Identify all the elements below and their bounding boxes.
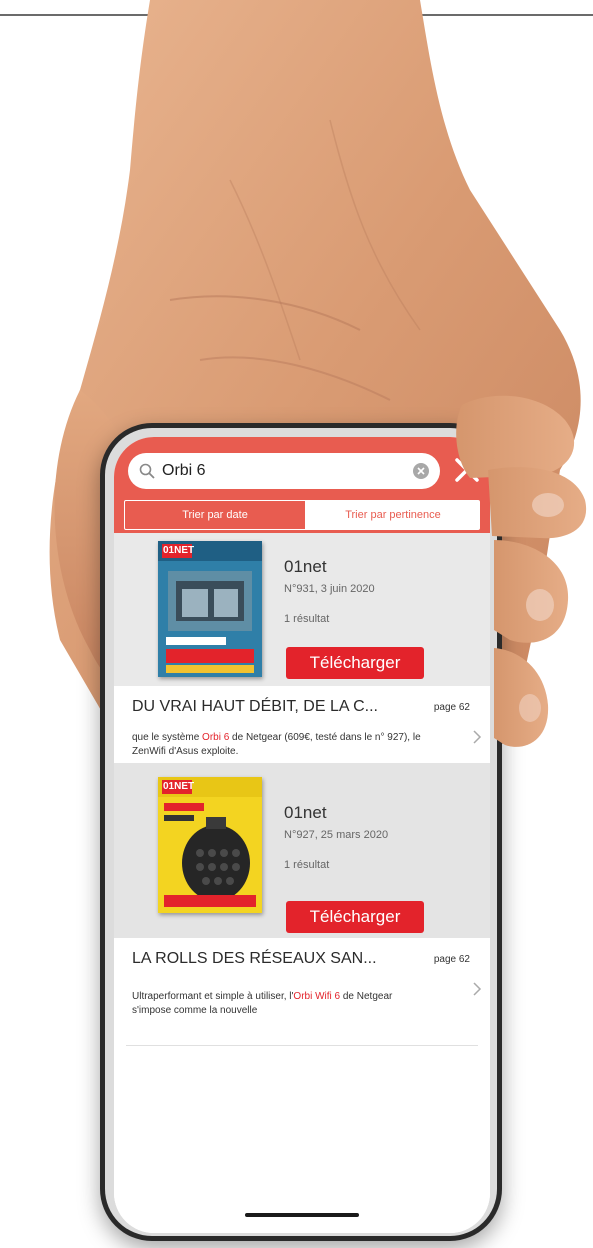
home-indicator[interactable] [245, 1213, 359, 1217]
search-highlight: Orbi Wifi 6 [293, 991, 341, 1002]
magazine-title: 01net [284, 803, 327, 822]
cover-logo: 01NET [163, 545, 195, 556]
clear-search-icon[interactable] [412, 462, 430, 480]
result-card[interactable]: 01NET 01net N°931, 3 juin 2020 1 résulta… [114, 533, 490, 686]
search-icon [139, 463, 155, 479]
tab-sort-by-date[interactable]: Trier par date [124, 500, 306, 530]
search-input[interactable]: Orbi 6 [162, 462, 206, 480]
download-button[interactable]: Télécharger [286, 647, 424, 679]
magazine-cover[interactable]: 01NET [158, 541, 262, 677]
close-icon[interactable] [452, 455, 482, 485]
magazine-title: 01net [284, 557, 327, 576]
chevron-right-icon [473, 730, 482, 744]
issue-info: N°927, 25 mars 2020 [284, 829, 389, 841]
article-title: LA ROLLS DES RÉSEAUX SAN... [132, 950, 377, 967]
article-page: page 62 [433, 702, 470, 713]
article-snippet: Ultraperformant et simple à utiliser, l'… [132, 991, 393, 1016]
phone-screen: Orbi 6 Trier par date Trier par pertinen… [114, 437, 490, 1233]
issue-info: N°931, 3 juin 2020 [284, 583, 375, 595]
search-box[interactable]: Orbi 6 [128, 453, 440, 489]
search-highlight: Orbi 6 [202, 732, 230, 743]
result-card[interactable]: 01NET 01net N°927, 25 mars 2020 1 résult… [114, 763, 490, 938]
empty-list-area [114, 1046, 490, 1233]
result-count: 1 résultat [284, 613, 330, 625]
download-button[interactable]: Télécharger [286, 901, 424, 933]
tab-sort-by-relevance[interactable]: Trier par pertinence [306, 500, 480, 530]
article-title: DU VRAI HAUT DÉBIT, DE LA C... [132, 698, 378, 715]
magazine-cover[interactable]: 01NET [158, 777, 262, 913]
chevron-right-icon [473, 982, 482, 996]
article-excerpt[interactable]: DU VRAI HAUT DÉBIT, DE LA C... page 62 q… [114, 686, 490, 763]
article-page: page 62 [433, 954, 470, 965]
article-snippet: que le système Orbi 6 de Netgear (609€, … [132, 732, 421, 757]
cover-logo: 01NET [163, 781, 195, 792]
article-excerpt[interactable]: LA ROLLS DES RÉSEAUX SAN... page 62 Ultr… [114, 938, 490, 1046]
result-count: 1 résultat [284, 859, 330, 871]
app-header: Orbi 6 Trier par date Trier par pertinen… [114, 437, 490, 533]
